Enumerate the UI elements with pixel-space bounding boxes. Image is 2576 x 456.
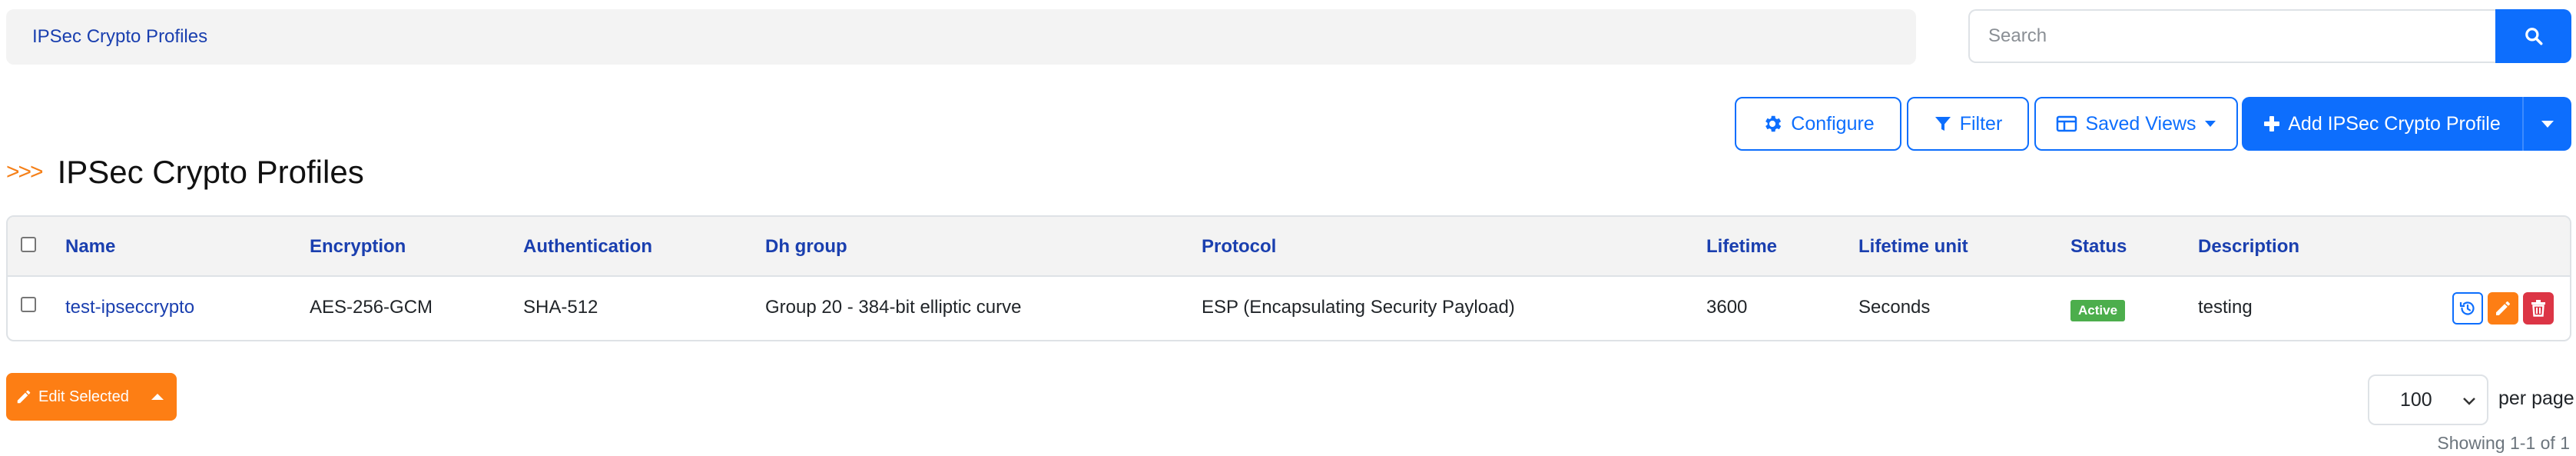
history-button[interactable] — [2452, 292, 2483, 325]
configure-button[interactable]: Configure — [1735, 97, 1901, 151]
page-heading: >>> IPSec Crypto Profiles — [6, 152, 364, 192]
per-page-select[interactable]: 100 — [2368, 374, 2488, 425]
chevron-down-icon — [2463, 398, 2475, 405]
plus-icon — [2264, 116, 2280, 131]
table-header: Name Encryption Authentication Dh group … — [8, 217, 2570, 277]
per-page-value: 100 — [2400, 388, 2432, 411]
per-page-label: per page — [2498, 388, 2574, 409]
breadcrumb[interactable]: IPSec Crypto Profiles — [32, 26, 207, 48]
cell-description: testing — [2198, 297, 2253, 318]
trash-icon — [2531, 300, 2545, 317]
add-profile-dropdown-toggle[interactable] — [2522, 97, 2571, 151]
pencil-icon — [17, 390, 31, 404]
column-header-dh-group[interactable]: Dh group — [765, 236, 847, 258]
column-header-encryption[interactable]: Encryption — [310, 236, 406, 258]
page-title: IPSec Crypto Profiles — [57, 154, 364, 190]
caret-down-icon — [2204, 121, 2216, 127]
filter-label: Filter — [1959, 112, 2003, 135]
table-icon — [2057, 115, 2077, 132]
column-header-description[interactable]: Description — [2198, 236, 2299, 258]
cell-protocol: ESP (Encapsulating Security Payload) — [1202, 297, 1515, 318]
pencil-icon — [2496, 301, 2510, 315]
filter-button[interactable]: Filter — [1907, 97, 2029, 151]
search-group — [1968, 9, 2571, 63]
search-input[interactable] — [1968, 9, 2495, 63]
delete-button[interactable] — [2523, 292, 2554, 325]
column-header-authentication[interactable]: Authentication — [523, 236, 652, 258]
edit-selected-label: Edit Selected — [38, 388, 129, 405]
cell-dh-group: Group 20 - 384-bit elliptic curve — [765, 297, 1022, 318]
gear-icon — [1765, 115, 1782, 132]
chevrons-icon: >>> — [6, 159, 44, 185]
add-profile-split-button: Add IPSec Crypto Profile — [2242, 97, 2571, 151]
caret-down-icon — [2541, 121, 2554, 128]
add-profile-button[interactable]: Add IPSec Crypto Profile — [2242, 97, 2522, 151]
saved-views-label: Saved Views — [2085, 112, 2196, 135]
search-icon — [2525, 28, 2542, 45]
column-header-status[interactable]: Status — [2070, 236, 2127, 258]
column-header-lifetime-unit[interactable]: Lifetime unit — [1858, 236, 1968, 258]
column-header-lifetime[interactable]: Lifetime — [1706, 236, 1777, 258]
filter-icon — [1934, 117, 1951, 131]
profiles-table: Name Encryption Authentication Dh group … — [6, 215, 2571, 341]
caret-up-icon — [151, 394, 164, 400]
breadcrumb-bar: IPSec Crypto Profiles — [6, 9, 1916, 65]
pagination-summary: Showing 1-1 of 1 — [2437, 433, 2570, 453]
add-profile-label: Add IPSec Crypto Profile — [2288, 112, 2501, 135]
history-icon — [2459, 301, 2475, 315]
select-all-checkbox[interactable] — [21, 237, 36, 252]
cell-encryption: AES-256-GCM — [310, 297, 433, 318]
cell-lifetime: 3600 — [1706, 297, 1748, 318]
cell-authentication: SHA-512 — [523, 297, 598, 318]
row-checkbox[interactable] — [21, 297, 36, 312]
column-header-protocol[interactable]: Protocol — [1202, 236, 1276, 258]
cell-lifetime-unit: Seconds — [1858, 297, 1931, 318]
search-button[interactable] — [2495, 9, 2571, 63]
profile-name-link[interactable]: test-ipseccrypto — [65, 297, 194, 318]
column-header-name[interactable]: Name — [65, 236, 115, 258]
edit-button[interactable] — [2488, 292, 2518, 325]
edit-selected-button[interactable]: Edit Selected — [6, 373, 177, 421]
saved-views-button[interactable]: Saved Views — [2034, 97, 2238, 151]
configure-label: Configure — [1791, 112, 1875, 135]
status-badge: Active — [2070, 300, 2126, 321]
